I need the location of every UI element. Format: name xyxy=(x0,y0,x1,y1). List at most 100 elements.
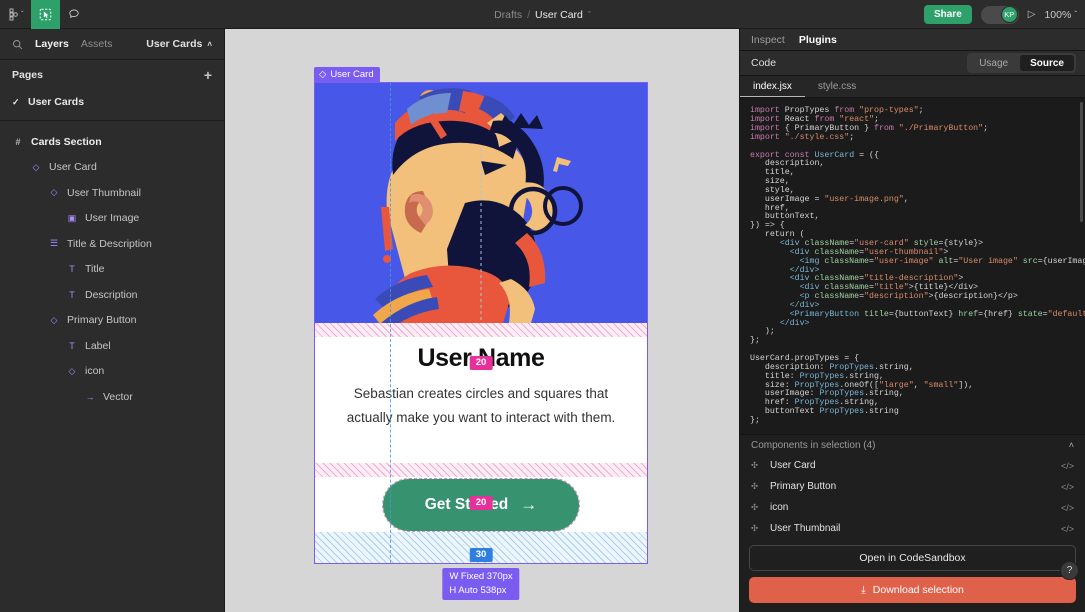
layer-item-icon[interactable]: ◇ icon xyxy=(0,359,224,385)
layer-item-title[interactable]: T Title xyxy=(0,257,224,283)
design-canvas[interactable]: ◇ User Card User Name Sebastian creates … xyxy=(225,29,739,612)
layer-item-label: Cards Section xyxy=(31,135,102,148)
layer-item-label: Primary Button xyxy=(67,314,137,327)
breadcrumb-current[interactable]: User Card xyxy=(535,9,583,21)
figma-app-window: ˇ Drafts / User Card ˇ Share KP ▷ 100% ˇ… xyxy=(0,0,1085,612)
share-button[interactable]: Share xyxy=(923,5,972,24)
layer-item-vector[interactable]: → Vector xyxy=(0,384,224,410)
layer-item-label: User Thumbnail xyxy=(67,186,141,199)
component-row-label: User Thumbnail xyxy=(770,523,841,534)
breadcrumb-separator: / xyxy=(527,8,531,21)
code-viewer[interactable]: import PropTypes from "prop-types"; impo… xyxy=(740,98,1085,435)
segment-source[interactable]: Source xyxy=(1020,55,1074,72)
layer-item-primary-button[interactable]: ◇ Primary Button xyxy=(0,308,224,334)
code-file-tabs: index.jsx style.css xyxy=(740,76,1085,99)
chevron-up-icon: ˄ xyxy=(207,39,212,49)
code-brackets-icon[interactable]: </> xyxy=(1061,503,1074,513)
component-row-icon[interactable]: ✣ icon </> xyxy=(740,497,1085,518)
comment-tool-button[interactable] xyxy=(60,0,89,29)
breadcrumb: Drafts / User Card ˇ xyxy=(0,0,1085,29)
figma-logo-icon xyxy=(9,8,18,20)
page-item-label: User Cards xyxy=(28,96,85,108)
code-brackets-icon[interactable]: </> xyxy=(1061,461,1074,471)
figma-menu-button[interactable]: ˇ xyxy=(0,0,31,29)
help-button[interactable]: ? xyxy=(1060,561,1079,580)
add-page-icon[interactable]: + xyxy=(204,68,212,82)
collaborators-chip[interactable]: KP xyxy=(980,5,1019,24)
tab-inspect[interactable]: Inspect xyxy=(751,34,785,46)
pages-label: Pages xyxy=(12,69,43,81)
file-name-label: User Cards xyxy=(146,38,203,50)
layer-item-description[interactable]: T Description xyxy=(0,282,224,308)
user-card-frame[interactable]: User Name Sebastian creates circles and … xyxy=(314,82,648,564)
component-row-user-card[interactable]: ✣ User Card </> xyxy=(740,455,1085,476)
layer-type-icon: → xyxy=(85,391,95,402)
layer-item-title-description[interactable]: ☰ Title & Description xyxy=(0,231,224,257)
usage-source-toggle: Usage Source xyxy=(967,53,1076,74)
file-tab-index-jsx[interactable]: index.jsx xyxy=(740,76,805,98)
layer-type-icon: ☰ xyxy=(49,238,59,249)
component-row-label: icon xyxy=(770,502,789,513)
height-value-label: 538px xyxy=(480,584,507,596)
spacing-gap-top xyxy=(315,323,647,337)
open-in-codesandbox-button[interactable]: Open in CodeSandbox xyxy=(749,545,1076,571)
file-tab-style-css[interactable]: style.css xyxy=(805,76,869,97)
spacing-gap-bottom xyxy=(315,463,647,477)
present-icon[interactable]: ▷ xyxy=(1028,9,1036,20)
layer-item-label[interactable]: T Label xyxy=(0,333,224,359)
dimension-badge: W Fixed 370px H Auto 538px xyxy=(442,568,520,600)
component-diamond-icon: ✣ xyxy=(751,502,759,512)
avatar[interactable]: KP xyxy=(1000,6,1018,23)
code-brackets-icon[interactable]: </> xyxy=(1061,524,1074,534)
code-source-text: import PropTypes from "prop-types"; impo… xyxy=(750,106,1085,425)
layer-item-user-image[interactable]: ▣ User Image xyxy=(0,206,224,232)
right-panel-footer: Open in CodeSandbox ⤓ Download selection… xyxy=(740,539,1085,612)
layer-item-label: icon xyxy=(85,365,105,378)
spacing-badge-middle: 20 xyxy=(469,496,493,510)
center-alignment-guide xyxy=(390,83,391,563)
user-thumbnail[interactable] xyxy=(315,83,647,323)
component-row-primary-button[interactable]: ✣ Primary Button </> xyxy=(740,476,1085,497)
segment-usage[interactable]: Usage xyxy=(969,55,1018,71)
code-scrollbar[interactable] xyxy=(1080,102,1083,223)
layer-item-label: Title xyxy=(85,263,105,276)
right-sidebar: Inspect Plugins Code Usage Source index.… xyxy=(739,29,1085,612)
components-header-label: Components in selection (4) xyxy=(751,439,876,451)
chevron-up-icon[interactable]: ˄ xyxy=(1069,440,1074,450)
tab-layers[interactable]: Layers xyxy=(35,38,69,50)
layer-item-label: User Image xyxy=(85,212,140,225)
move-tool-button[interactable] xyxy=(30,0,60,29)
components-in-selection-header[interactable]: Components in selection (4) ˄ xyxy=(740,434,1085,455)
search-icon[interactable] xyxy=(12,39,23,50)
layer-item-label: Title & Description xyxy=(67,237,152,250)
zoom-level-label: 100% xyxy=(1044,8,1072,21)
tab-assets[interactable]: Assets xyxy=(81,38,113,50)
layer-type-icon: ◇ xyxy=(50,314,58,325)
breadcrumb-root[interactable]: Drafts xyxy=(494,9,522,21)
component-diamond-icon: ◇ xyxy=(319,69,327,80)
code-label: Code xyxy=(751,57,777,70)
layer-type-icon: T xyxy=(69,289,75,300)
component-row-user-thumbnail[interactable]: ✣ User Thumbnail </> xyxy=(740,518,1085,539)
sidebar-tabs: Layers Assets User Cards ˄ xyxy=(0,29,224,60)
breadcrumb-caret-icon[interactable]: ˇ xyxy=(588,10,591,20)
layer-item-user-thumbnail[interactable]: ◇ User Thumbnail xyxy=(0,180,224,206)
zoom-control[interactable]: 100% ˇ xyxy=(1044,9,1077,21)
toolbar-right-controls: Share KP ▷ 100% ˇ xyxy=(923,0,1077,29)
height-mode-label: H Auto xyxy=(449,584,478,596)
component-diamond-icon: ✣ xyxy=(751,481,759,491)
page-item-user-cards[interactable]: ✓ User Cards xyxy=(0,90,224,114)
tab-plugins[interactable]: Plugins xyxy=(799,34,837,46)
width-value-label: 370px xyxy=(486,571,513,582)
selection-badge[interactable]: ◇ User Card xyxy=(314,67,380,83)
code-brackets-icon[interactable]: </> xyxy=(1061,482,1074,492)
layer-item-label: User Card xyxy=(49,161,97,174)
components-list: ✣ User Card </> ✣ Primary Button </> ✣ icon </> ✣… xyxy=(740,455,1085,539)
search-glyph xyxy=(13,39,23,49)
layer-item-cards-section[interactable]: # Cards Section xyxy=(0,129,224,155)
layer-type-icon: ◇ xyxy=(50,187,58,198)
file-name-button[interactable]: User Cards ˄ xyxy=(146,38,212,50)
download-selection-button[interactable]: ⤓ Download selection xyxy=(749,577,1076,603)
layer-item-user-card[interactable]: ◇ User Card xyxy=(0,155,224,181)
download-selection-label: Download selection xyxy=(872,584,964,596)
